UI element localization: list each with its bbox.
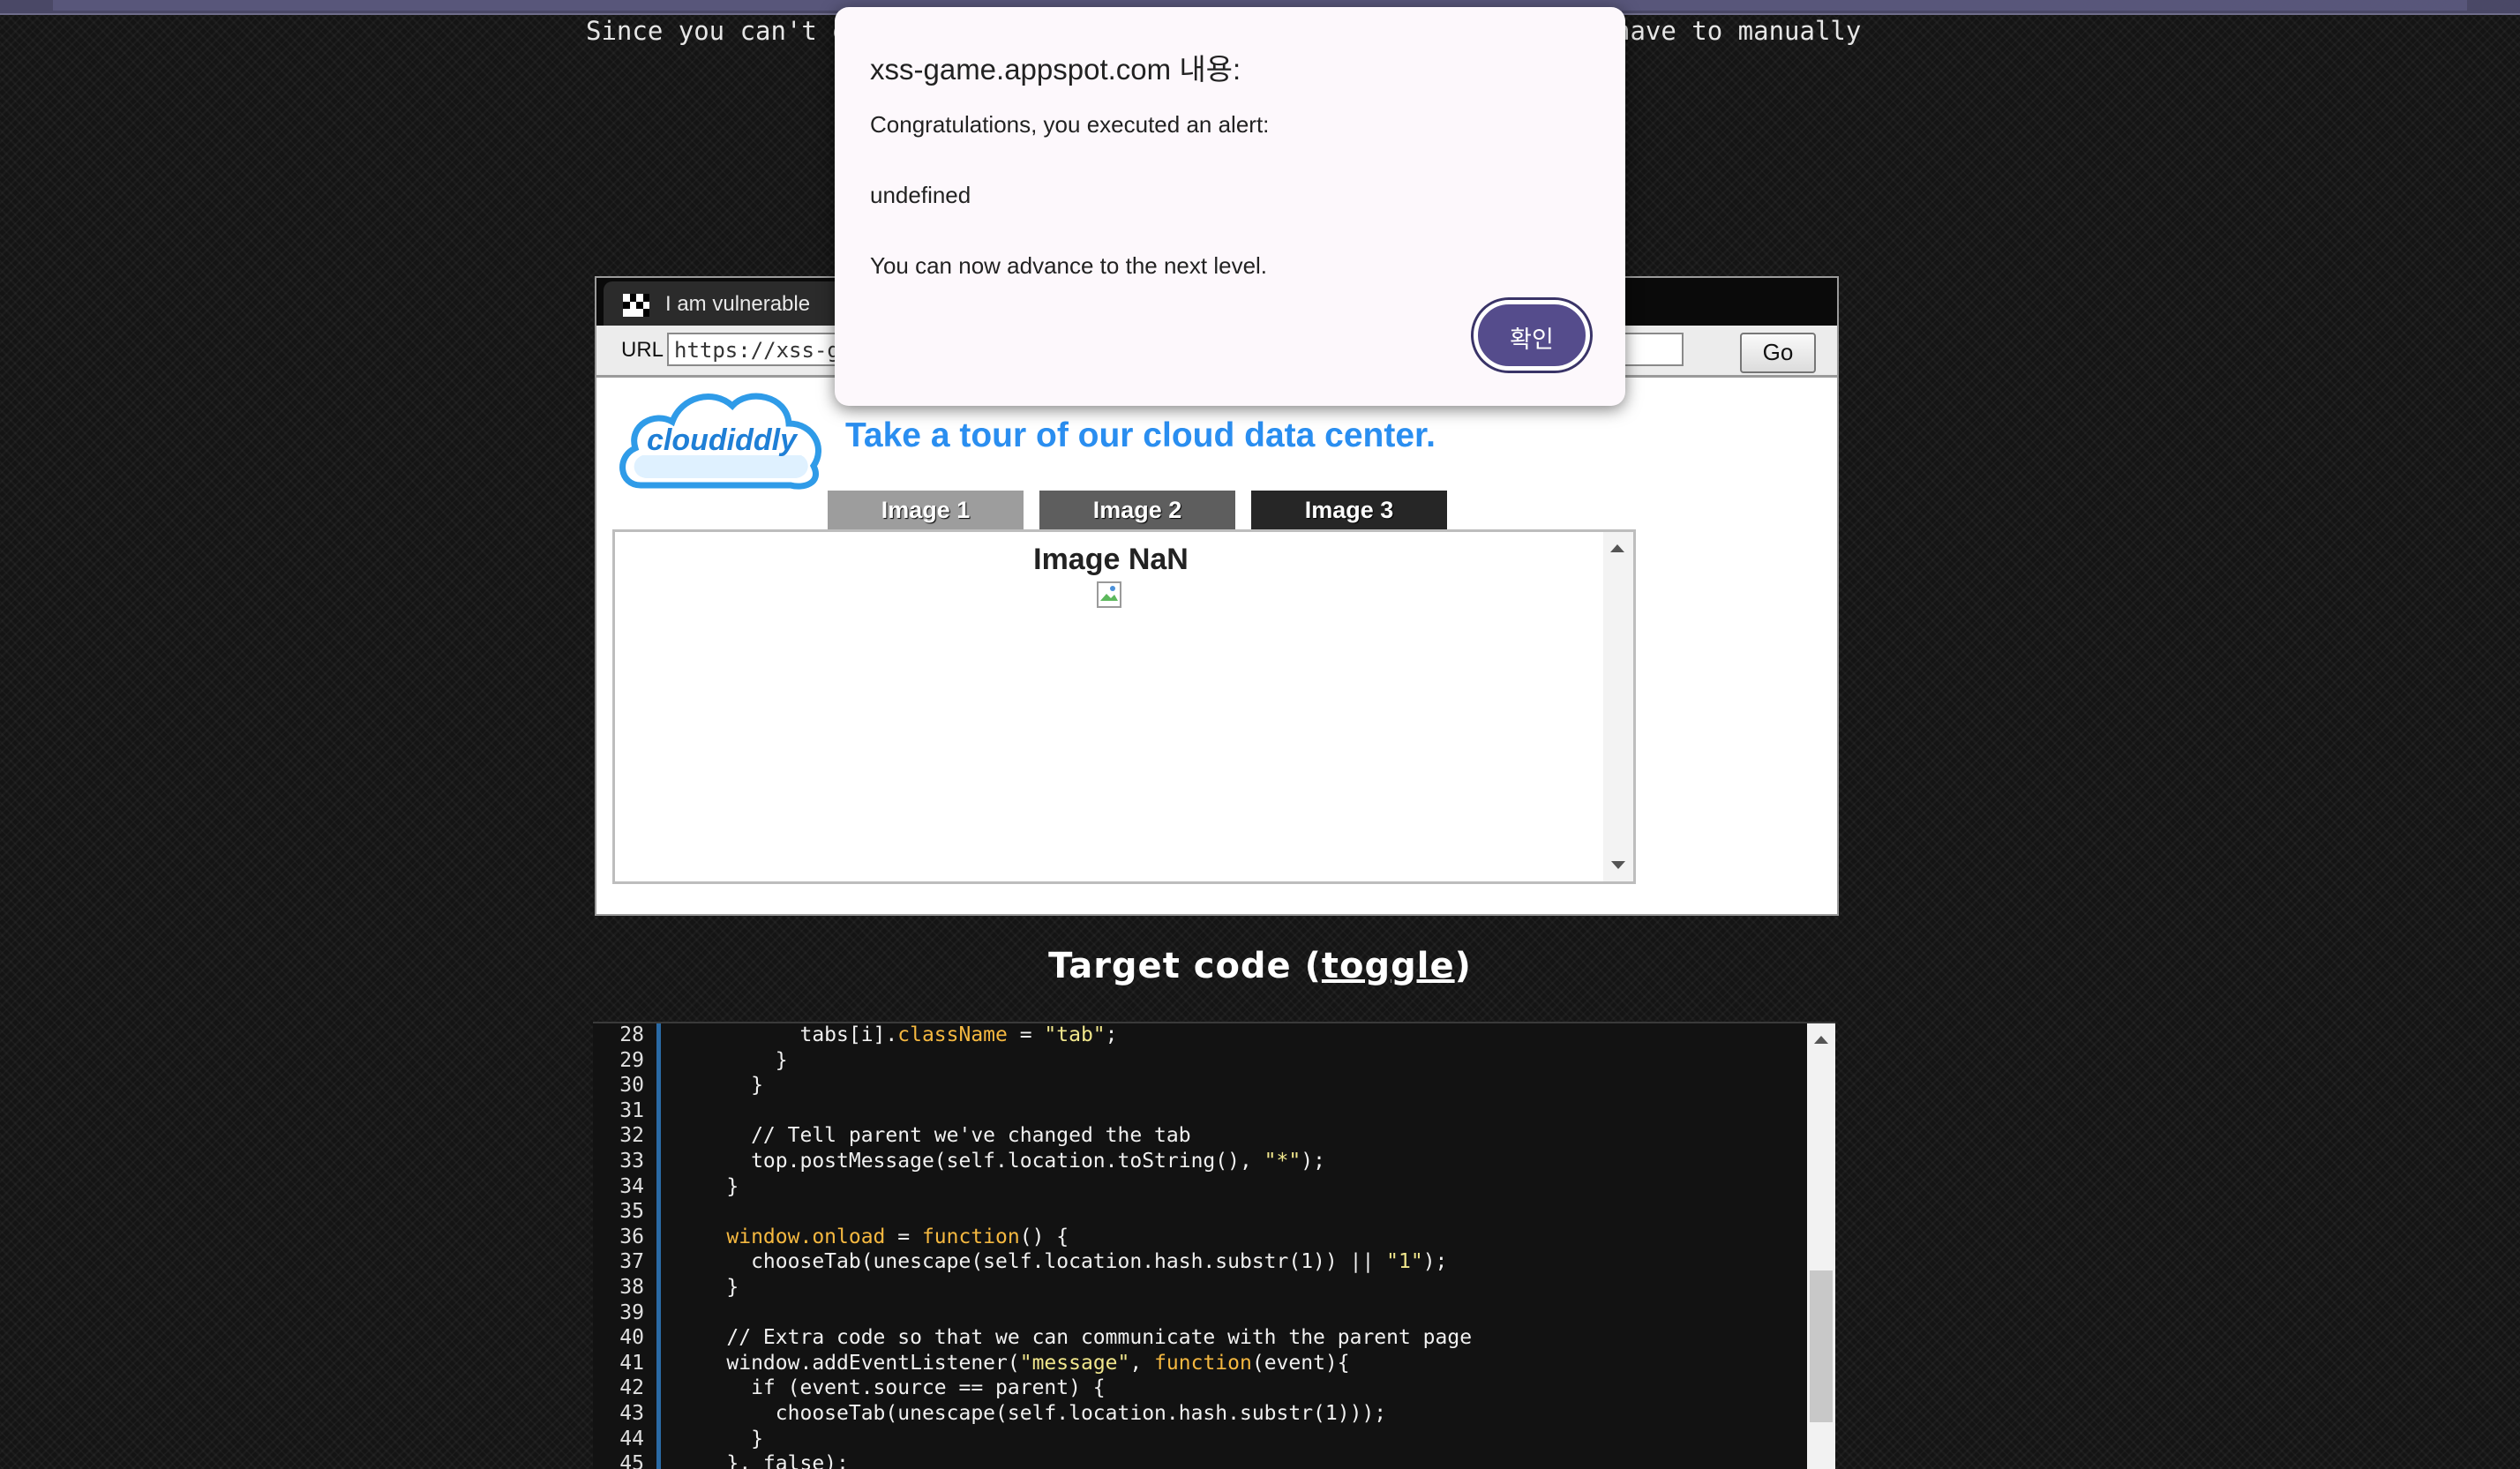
checkered-favicon-icon [623, 294, 649, 317]
tab-image-2[interactable]: Image 2 [1039, 491, 1235, 529]
page-headline: Take a tour of our cloud data center. [845, 416, 1436, 454]
line-number: 34 [619, 1174, 644, 1198]
code-scrollbar[interactable] [1807, 1023, 1835, 1469]
code-line: }, false); [678, 1452, 849, 1469]
code-line: // Extra code so that we can communicate… [678, 1326, 1473, 1350]
code-line: chooseTab(unescape(self.location.hash.su… [678, 1250, 1448, 1274]
line-number-gutter: 28 29 30 31 32 33 34 35 36 37 38 39 40 41 42 43 44 45 [593, 1023, 661, 1469]
target-code-heading: Target code (toggle) [0, 946, 2520, 986]
line-number: 30 [619, 1074, 644, 1098]
code-line: window.onload = function() { [726, 1225, 1069, 1248]
code-line: } [678, 1074, 763, 1098]
line-number: 38 [619, 1276, 644, 1299]
code-line: if (event.source == parent) { [678, 1376, 1106, 1400]
line-number: 31 [619, 1098, 644, 1122]
line-number: 41 [619, 1351, 644, 1375]
line-number: 35 [619, 1200, 644, 1224]
code-line: window.addEventListener("message", funct… [678, 1351, 1350, 1375]
ok-button[interactable]: 확인 [1474, 300, 1590, 371]
tab-image-1[interactable]: Image 1 [828, 491, 1024, 529]
image-frame-scrollbar[interactable] [1603, 532, 1633, 881]
code-viewer: 28 29 30 31 32 33 34 35 36 37 38 39 40 41 42 43 44 45 tab… [593, 1022, 1835, 1469]
alert-message-line-3: You can now advance to the next level. [870, 252, 1268, 279]
code-line: } [678, 1276, 739, 1299]
code-line: top.postMessage(self.location.toString()… [678, 1150, 1325, 1173]
target-heading-suffix: ) [1454, 946, 1472, 986]
code-line: // Tell parent we've changed the tab [678, 1124, 1191, 1148]
vulnerable-page: cloudiddly Take a tour of our cloud data… [596, 378, 1837, 914]
alert-dialog: xss-game.appspot.com 내용: Congratulations… [835, 7, 1625, 406]
scroll-up-arrow-icon[interactable] [1610, 544, 1624, 552]
cloudiddly-logo-text: cloudiddly [647, 423, 799, 457]
code-line: } [678, 1427, 763, 1450]
line-number: 39 [619, 1300, 644, 1324]
intro-text-right: have to manually [1615, 16, 1862, 46]
code-line: chooseTab(unescape(self.location.hash.su… [678, 1402, 1387, 1425]
line-number: 36 [619, 1225, 644, 1248]
alert-message-line-1: Congratulations, you executed an alert: [870, 111, 1270, 138]
alert-message-line-2: undefined [870, 182, 971, 208]
cloudiddly-logo: cloudiddly [619, 393, 821, 490]
line-number: 28 [619, 1023, 644, 1046]
code-scroll-up-arrow-icon[interactable] [1814, 1036, 1828, 1044]
line-number: 29 [619, 1048, 644, 1072]
line-number: 33 [619, 1150, 644, 1173]
image-frame: Image NaN [612, 529, 1636, 884]
browser-tab-title: I am vulnerable [665, 292, 811, 316]
code-line: } [678, 1174, 739, 1198]
line-number: 43 [619, 1402, 644, 1425]
line-number: 37 [619, 1250, 644, 1274]
code-scroll-thumb[interactable] [1810, 1270, 1833, 1422]
url-label: URL [621, 338, 664, 362]
line-number: 42 [619, 1376, 644, 1400]
target-heading-prefix: Target code ( [1048, 946, 1322, 986]
tab-image-3[interactable]: Image 3 [1251, 491, 1447, 529]
line-number: 45 [619, 1452, 644, 1469]
scroll-down-arrow-icon[interactable] [1611, 861, 1625, 869]
code-line: } [678, 1048, 788, 1072]
line-number: 40 [619, 1326, 644, 1350]
alert-dialog-title: xss-game.appspot.com 내용: [870, 53, 1241, 86]
go-button[interactable]: Go [1740, 333, 1816, 373]
line-number: 32 [619, 1124, 644, 1148]
browser-tab[interactable]: I am vulnerable [604, 281, 865, 326]
image-frame-title: Image NaN [1033, 543, 1189, 576]
line-number: 44 [619, 1427, 644, 1450]
code-line: tabs[i].className = "tab"; [678, 1023, 1118, 1046]
toggle-link[interactable]: toggle [1322, 946, 1455, 986]
broken-image-icon [1097, 581, 1121, 608]
